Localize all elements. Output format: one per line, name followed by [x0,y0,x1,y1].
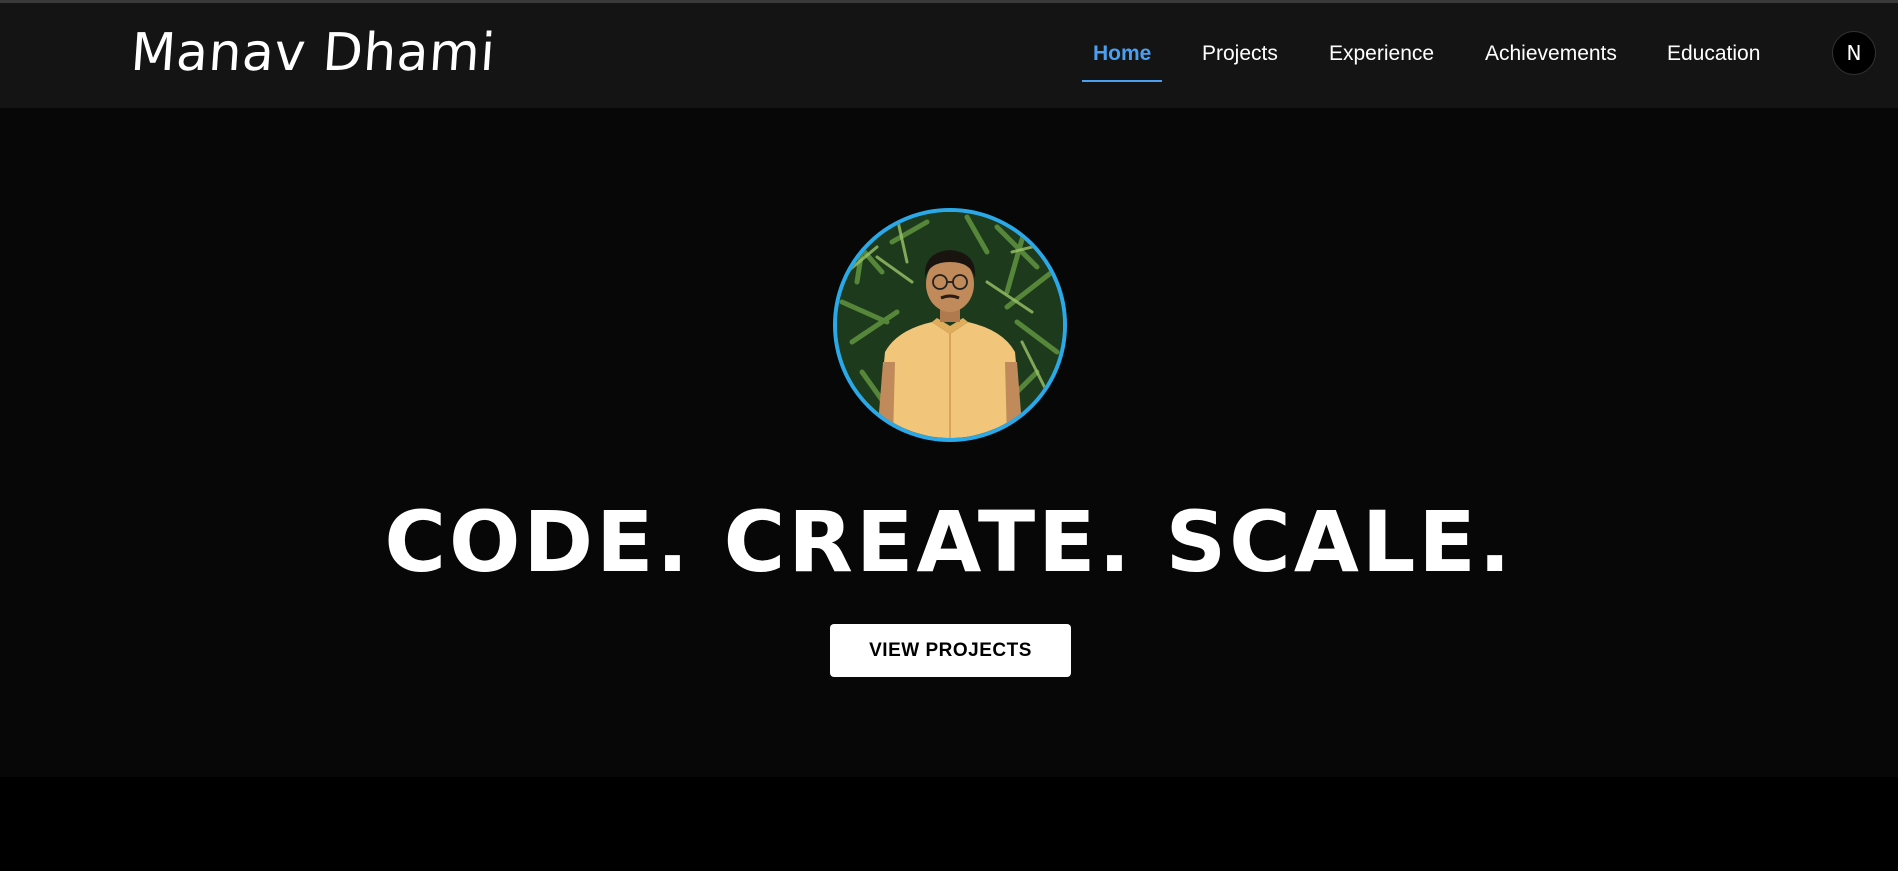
navbar: Manav Dhami Home Projects Experience Ach… [0,3,1898,108]
profile-photo-illustration [837,212,1063,438]
hero-headline: CODE. CREATE. SCALE. [384,493,1514,591]
nav-link-home[interactable]: Home [1093,42,1151,66]
nav-link-education[interactable]: Education [1667,42,1760,66]
nav-links: Home Projects Experience Achievements Ed… [0,3,1898,108]
nav-link-achievements[interactable]: Achievements [1485,42,1617,66]
view-projects-button[interactable]: VIEW PROJECTS [830,624,1071,677]
nextjs-badge-icon[interactable]: N [1832,31,1876,75]
nav-link-experience[interactable]: Experience [1329,42,1434,66]
hero-section: CODE. CREATE. SCALE. VIEW PROJECTS [0,108,1898,777]
profile-avatar [833,208,1067,442]
nav-link-projects[interactable]: Projects [1202,42,1278,66]
active-nav-indicator [1082,80,1162,82]
